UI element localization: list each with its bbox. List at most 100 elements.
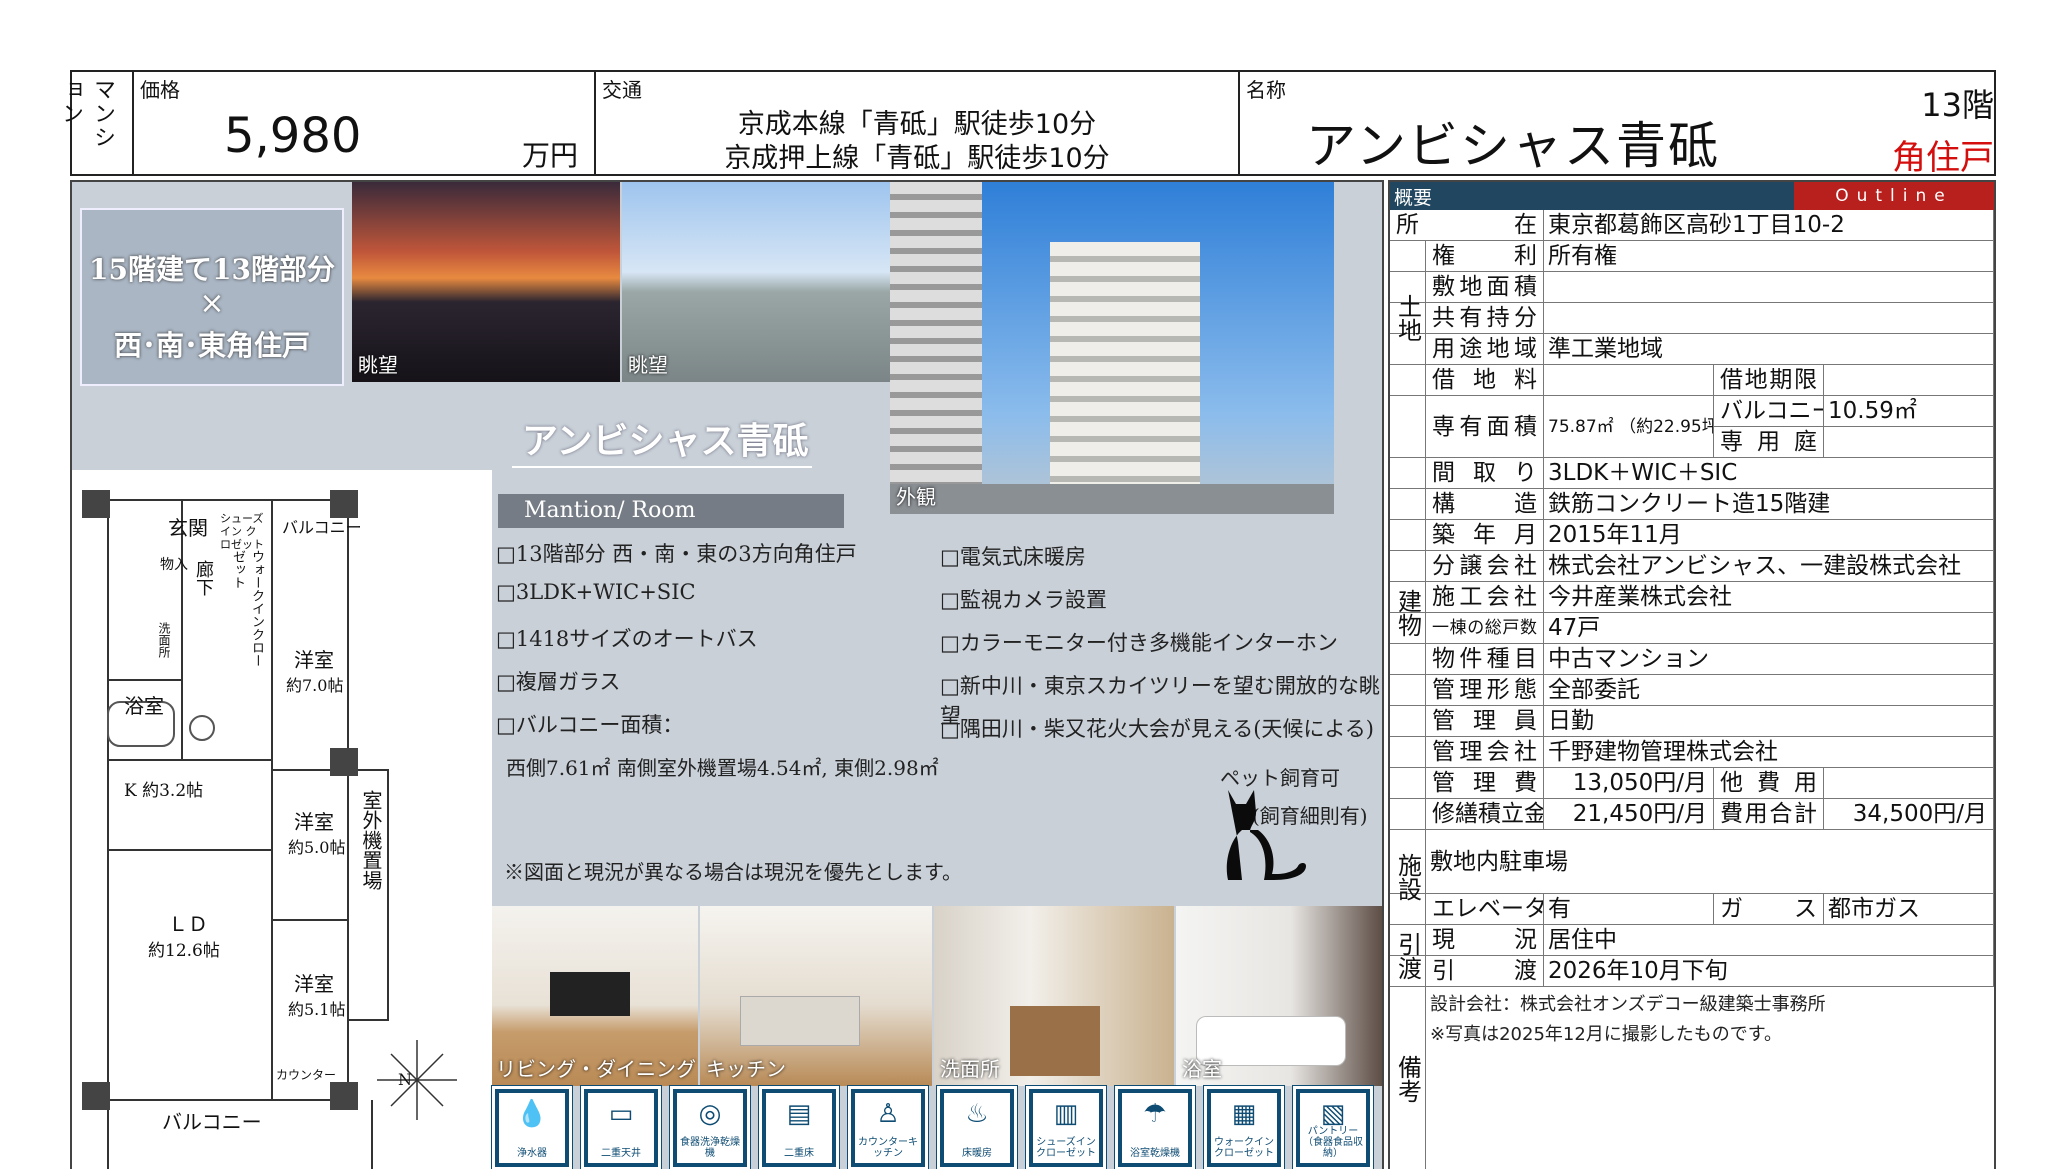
outline-header: 概要 Outline <box>1390 182 1994 210</box>
feature-item: □カラーモニター付き多機能インターホン <box>940 631 1338 655</box>
cell-share <box>1544 303 1994 333</box>
feature-item: □1418サイズのオートバス <box>496 627 758 651</box>
promo-panel: 15階建て13階部分 × 西･南･東角住戸 眺望 眺望 外観 アンビシャス青砥 … <box>70 180 1384 1169</box>
cell-lease <box>1544 365 1714 395</box>
building <box>1050 242 1200 514</box>
name-cell: 名称 アンビシャス青砥 13階 角住戸 <box>1240 72 1998 178</box>
photo-caption: 眺望 <box>628 353 668 377</box>
amenity-glyph-icon: ▦ <box>1231 1099 1257 1129</box>
outline-en: Outline <box>1794 182 1994 210</box>
table-row: 修繕積立金 21,450円/月 費用合計 34,500円/月 <box>1390 799 1994 830</box>
photo-caption: リビング・ダイニング <box>496 1057 696 1081</box>
table-row: 敷地面積 <box>1390 272 1994 303</box>
cell-other-fee <box>1824 768 1994 798</box>
room-western-3-size: 約5.1帖 <box>288 1000 346 1019</box>
promo-title: アンビシャス青砥 <box>522 420 809 462</box>
photo-caption: 浴室 <box>1182 1057 1222 1081</box>
room-western-1: 洋室 <box>294 648 334 672</box>
amenity-icon: ▧ パントリー（食器食品収納） <box>1292 1085 1374 1169</box>
table-row: 権利 所有権 <box>1390 241 1994 272</box>
interior-photo-kitchen: キッチン <box>700 906 932 1086</box>
group-land-group: 土地 <box>1390 241 1426 396</box>
table-row: 借地料 借地期限 <box>1390 365 1994 396</box>
cell-structure: 鉄筋コンクリート造15階建 <box>1544 489 1994 519</box>
cell-status: 居住中 <box>1544 925 1994 955</box>
feature-item: 西側7.61㎡ 南側室外機置場4.54㎡, 東側2.98㎡ <box>506 756 939 780</box>
amenity-glyph-icon: ▧ <box>1320 1099 1346 1129</box>
amenity-label: 浴室乾燥機 <box>1130 1148 1180 1159</box>
table-row: 管理形態 全部委託 <box>1390 675 1994 706</box>
feature-item: □バルコニー面積： <box>496 713 684 737</box>
amenity-glyph-icon: ◎ <box>698 1099 722 1129</box>
cell-mgmt-fee: 13,050円/月 <box>1544 768 1714 798</box>
cell-elevator: 有 <box>1544 894 1714 924</box>
group-remarks-group: 備考 <box>1390 987 1426 1169</box>
cell-area-label: 専有面積 <box>1426 396 1544 457</box>
interior-photo-washroom: 洗面所 <box>934 906 1174 1086</box>
room-corridor: 廊下 <box>193 560 214 596</box>
feature-item: □3LDK+WIC+SIC <box>496 580 696 604</box>
room-shoes-closet: シューズイン クロゼット <box>220 512 264 551</box>
cell-builder: 今井産業株式会社 <box>1544 582 1994 612</box>
table-row: 敷地内駐車場 <box>1390 830 1994 894</box>
group-building-group: 建物 <box>1390 396 1426 830</box>
cell-seller-label: 分譲会社 <box>1426 551 1544 581</box>
room-western-2: 洋室 <box>294 810 334 834</box>
interior-photo-living: リビング・ダイニング <box>490 906 698 1086</box>
amenity-glyph-icon: ♨ <box>965 1099 989 1129</box>
price-cell: 価格 5,980 万円 <box>134 72 596 174</box>
table-row: 物件種目 中古マンション <box>1390 644 1994 675</box>
cell-structure-label: 構造 <box>1426 489 1544 519</box>
amenity-glyph-icon: ▤ <box>786 1099 812 1129</box>
view-photo-day: 眺望 <box>622 182 890 382</box>
amenity-label: ウォークインクローゼット <box>1214 1137 1274 1159</box>
amenity-icon: ☂ 浴室乾燥機 <box>1114 1085 1196 1169</box>
floor-plan: 玄関 シューズイン クロゼット バルコニー 物入 廊下 ウォークインクローゼット… <box>72 470 492 1169</box>
amenity-glyph-icon: ☂ <box>1143 1099 1167 1129</box>
cell-address-label: 所在 <box>1390 210 1544 240</box>
cell-balcony: 10.59㎡ <box>1824 396 1994 426</box>
cell-builder-label: 施工会社 <box>1426 582 1544 612</box>
cell-rights-label: 権利 <box>1426 241 1544 271</box>
cell-built: 2015年11月 <box>1544 520 1994 550</box>
photo-caption: 外観 <box>896 485 936 509</box>
cell-rights: 所有権 <box>1544 241 1994 271</box>
cell-mgmt-form: 全部委託 <box>1544 675 1994 705</box>
cell-layout-label: 間取り <box>1426 458 1544 488</box>
amenity-icon: ♨ 床暖房 <box>936 1085 1018 1169</box>
traffic-label: 交通 <box>602 78 642 102</box>
cell-units: 47戸 <box>1544 613 1994 643</box>
room-kitchen: K 約3.2帖 <box>124 781 204 801</box>
cell-share-label: 共有持分 <box>1426 303 1544 333</box>
room-western-3: 洋室 <box>294 972 334 996</box>
price-label: 価格 <box>140 78 180 102</box>
headline-line-2: × <box>199 286 225 321</box>
table-row: 所在 東京都葛飾区高砂1丁目10-2 <box>1390 210 1994 241</box>
table-row: 管理会社 千野建物管理株式会社 <box>1390 737 1994 768</box>
amenity-glyph-icon: ♙ <box>876 1099 900 1129</box>
group-handover-group: 引渡 <box>1390 925 1426 987</box>
table-row: 施工会社 今井産業株式会社 <box>1390 582 1994 613</box>
room-balcony-bottom: バルコニー <box>162 1110 262 1134</box>
room-storage: 物入 <box>160 557 188 573</box>
cell-area: 75.87㎡ （約22.95坪） <box>1544 396 1714 457</box>
property-name: アンビシャス青砥 <box>1306 117 1720 175</box>
cell-manager-label: 管理員 <box>1426 706 1544 736</box>
cell-total-label: 費用合計 <box>1714 799 1824 829</box>
remark-line: ※写真は2025年12月に撮影したものです。 <box>1430 1024 1782 1045</box>
cell-parking: 敷地内駐車場 <box>1426 830 1994 893</box>
cell-other-fee-label: 他費用 <box>1714 768 1824 798</box>
table-row: 共有持分 <box>1390 303 1994 334</box>
amenity-label: シューズインクローゼット <box>1036 1137 1096 1159</box>
amenity-icon: ◎ 食器洗浄乾燥機 <box>669 1085 751 1169</box>
room-western-1-size: 約7.0帖 <box>286 676 344 695</box>
feature-item: □監視カメラ設置 <box>940 588 1107 612</box>
cell-lease-label: 借地料 <box>1426 365 1544 395</box>
compass-icon <box>377 1040 457 1120</box>
cell-built-label: 築年月 <box>1426 520 1544 550</box>
cell-kind: 中古マンション <box>1544 644 1994 674</box>
cell-elevator-label: エレベーター <box>1426 894 1544 924</box>
amenity-icon: ▭ 二重天井 <box>580 1085 662 1169</box>
amenity-label: カウンターキッチン <box>858 1137 918 1159</box>
cell-mgmt-co-label: 管理会社 <box>1426 737 1544 767</box>
